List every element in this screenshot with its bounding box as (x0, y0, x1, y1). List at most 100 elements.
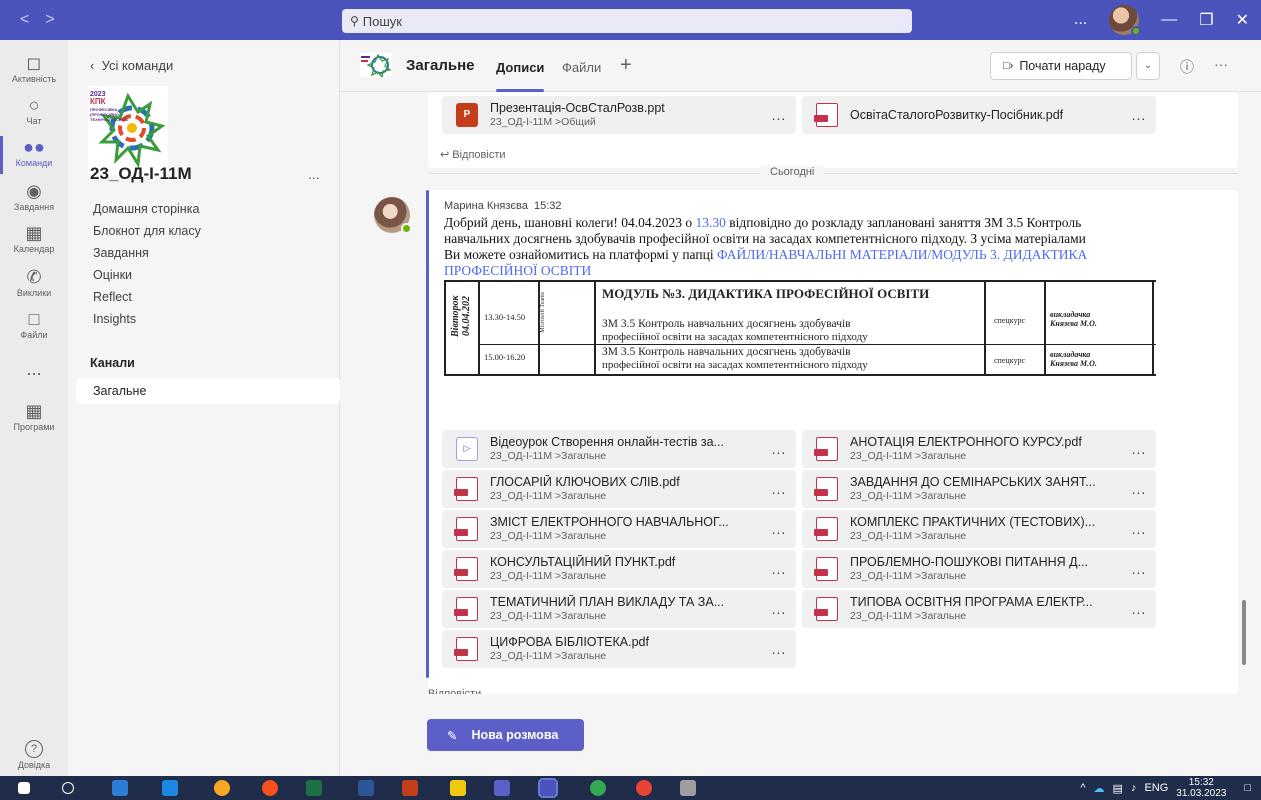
rail-chat[interactable]: ○ Чат (0, 94, 68, 126)
attachment-file-tile[interactable]: КОМПЛЕКС ПРАКТИЧНИХ (ТЕСТОВИХ)... 23_ОД-І… (802, 510, 1156, 548)
tray-chevron-icon[interactable]: ^ (1080, 782, 1085, 794)
nav-home-page[interactable]: Домашня сторінка (93, 202, 201, 224)
profile-avatar[interactable] (1109, 5, 1142, 36)
file-name: ЗАВДАННЯ ДО СЕМІНАРСЬКИХ ЗАНЯТ... (850, 475, 1096, 489)
attachment-file-tile[interactable]: ЦИФРОВА БІБЛІОТЕКА.pdf 23_ОД-І-11М >Загал… (442, 630, 796, 668)
network-icon[interactable]: ▤ (1113, 782, 1123, 795)
file-more-button[interactable]: ... (1122, 521, 1156, 537)
search-input[interactable]: ⚲ Пошук (342, 9, 912, 33)
attachment-file-tile[interactable]: ЗАВДАННЯ ДО СЕМІНАРСЬКИХ ЗАНЯТ... 23_ОД-І… (802, 470, 1156, 508)
new-conversation-button[interactable]: ✎ Нова розмова (427, 719, 584, 751)
word-icon[interactable] (358, 780, 374, 796)
nav-insights[interactable]: Insights (93, 312, 201, 334)
add-tab-button[interactable]: + (620, 54, 632, 77)
attachment-file-tile[interactable]: ПРОБЛЕМНО-ПОШУКОВІ ПИТАННЯ Д... 23_ОД-І-1… (802, 550, 1156, 588)
start-meeting-button[interactable]: □› Почати нараду (990, 52, 1132, 80)
rail-chat-label: Чат (26, 116, 42, 126)
file-more-button[interactable]: ... (1122, 601, 1156, 617)
reply-link[interactable]: ↩ Відповісти (440, 148, 506, 161)
minimize-button[interactable]: — (1161, 11, 1177, 29)
attachment-file-tile[interactable]: ТИПОВА ОСВІТНЯ ПРОГРАМА ЕЛЕКТР... 23_ОД-І… (802, 590, 1156, 628)
rail-help[interactable]: ? Довідка (0, 740, 68, 770)
file-more-button[interactable]: ... (1122, 561, 1156, 577)
back-nav-button[interactable]: < (20, 11, 29, 29)
powerpoint-taskbar-icon[interactable] (402, 780, 418, 796)
maximize-button[interactable]: ❐ (1199, 10, 1213, 30)
file-more-button[interactable]: ... (1122, 481, 1156, 497)
file-more-button[interactable]: ... (762, 601, 796, 617)
tab-files[interactable]: Файли (562, 60, 601, 75)
file-tile[interactable]: ОсвітаСталогоРозвитку-Посібник.pdf ... (802, 96, 1156, 134)
clock[interactable]: 15:32 31.03.2023 (1176, 777, 1226, 799)
message-body: Добрий день, шановні колеги! 04.04.2023 … (444, 215, 1104, 279)
volume-icon[interactable]: ♪ (1131, 782, 1137, 794)
windows-start-icon[interactable] (18, 782, 30, 794)
close-button[interactable]: ✕ (1236, 10, 1249, 30)
app-icon[interactable] (214, 780, 230, 796)
channel-info-button[interactable]: ⓘ (1180, 57, 1194, 77)
rail-calls[interactable]: ✆ Виклики (0, 266, 68, 298)
chrome-profile-icon[interactable] (636, 780, 652, 796)
nav-class-notebook[interactable]: Блокнот для класу (93, 224, 201, 246)
rail-activity[interactable]: ◻ Активність (0, 52, 68, 84)
notification-icon[interactable]: □ (1244, 782, 1251, 794)
language-indicator[interactable]: ENG (1144, 782, 1168, 794)
attachment-file-tile[interactable]: ЗМІСТ ЕЛЕКТРОННОГО НАВЧАЛЬНОГ... 23_ОД-І-… (442, 510, 796, 548)
schedule-platform: Microsoft Teams (540, 292, 546, 333)
message-author[interactable]: Марина Князєва (444, 200, 528, 212)
forward-nav-button[interactable]: > (45, 11, 54, 29)
file-more-button[interactable]: ... (762, 107, 796, 123)
logo-text-line3: ТЕХНІЧНА) ОСВІТА (90, 117, 128, 122)
nav-reflect[interactable]: Reflect (93, 290, 201, 312)
teams-active-taskbar-icon[interactable] (538, 778, 558, 798)
opera-icon[interactable] (262, 780, 278, 796)
attachment-file-tile[interactable]: АНОТАЦІЯ ЕЛЕКТРОННОГО КУРСУ.pdf 23_ОД-І-1… (802, 430, 1156, 468)
scrollbar-thumb[interactable] (1242, 600, 1246, 665)
meeting-dropdown-button[interactable]: ⌄ (1136, 52, 1160, 80)
rail-teams[interactable]: ●● Команди (0, 136, 68, 174)
team-nav-list: Домашня сторінка Блокнот для класу Завда… (93, 202, 201, 334)
attachment-file-tile[interactable]: КОНСУЛЬТАЦІЙНИЙ ПУНКТ.pdf 23_ОД-І-11М >За… (442, 550, 796, 588)
excel-icon[interactable] (306, 780, 322, 796)
nav-assignments[interactable]: Завдання (93, 246, 201, 268)
taskbar-search-icon[interactable] (62, 782, 74, 794)
channel-more-button[interactable]: ··· (1214, 56, 1228, 72)
save-app-icon[interactable] (112, 780, 128, 796)
tab-posts[interactable]: Дописи (496, 60, 545, 92)
schedule-day-text: Вівторок (450, 295, 461, 337)
channel-general[interactable]: Загальне (76, 378, 340, 404)
attachment-file-tile[interactable]: ТЕМАТИЧНИЙ ПЛАН ВИКЛАДУ ТА ЗА... 23_ОД-І-… (442, 590, 796, 628)
rail-assignments[interactable]: ◉ Завдання (0, 180, 68, 212)
file-tile[interactable]: P Презентація-ОсвСталРозв.ppt 23_ОД-І-11… (442, 96, 796, 134)
team-more-button[interactable]: ... (308, 166, 320, 182)
file-more-button[interactable]: ... (762, 521, 796, 537)
nav-grades[interactable]: Оцінки (93, 268, 201, 290)
folder-icon[interactable] (450, 780, 466, 796)
rail-calendar[interactable]: ▦ Календар (0, 222, 68, 254)
chrome-icon[interactable] (590, 780, 606, 796)
schedule-lecturer-role: викладачка (1050, 310, 1091, 319)
file-more-button[interactable]: ... (1122, 441, 1156, 457)
attachment-file-tile[interactable]: ▷ Відеоурок Створення онлайн-тестів за...… (442, 430, 796, 468)
pdf-icon (454, 477, 478, 501)
onedrive-icon[interactable]: ☁ (1094, 782, 1105, 795)
file-more-button[interactable]: ... (1122, 107, 1156, 123)
all-teams-back-link[interactable]: ‹ Усі команди (90, 58, 173, 73)
file-more-button[interactable]: ... (762, 561, 796, 577)
rail-apps[interactable]: ▦ Програми (0, 400, 68, 432)
file-path: 23_ОД-І-11М >Загальне (490, 530, 607, 542)
calculator-icon[interactable] (680, 780, 696, 796)
author-avatar[interactable] (374, 197, 412, 234)
file-name: ТЕМАТИЧНИЙ ПЛАН ВИКЛАДУ ТА ЗА... (490, 595, 725, 609)
reply-link-partial[interactable]: Відповісти (428, 688, 481, 694)
rail-more[interactable]: ... (0, 358, 68, 380)
rail-files[interactable]: □ Файли (0, 308, 68, 340)
teams-taskbar-icon[interactable] (494, 780, 510, 796)
date-divider (428, 173, 1238, 174)
attachment-file-tile[interactable]: ГЛОСАРІЙ КЛЮЧОВИХ СЛІВ.pdf 23_ОД-І-11М >З… (442, 470, 796, 508)
file-more-button[interactable]: ... (762, 441, 796, 457)
file-more-button[interactable]: ... (762, 481, 796, 497)
file-more-button[interactable]: ... (762, 641, 796, 657)
media-player-icon[interactable] (162, 780, 178, 796)
more-options-button[interactable]: ... (1074, 11, 1087, 29)
